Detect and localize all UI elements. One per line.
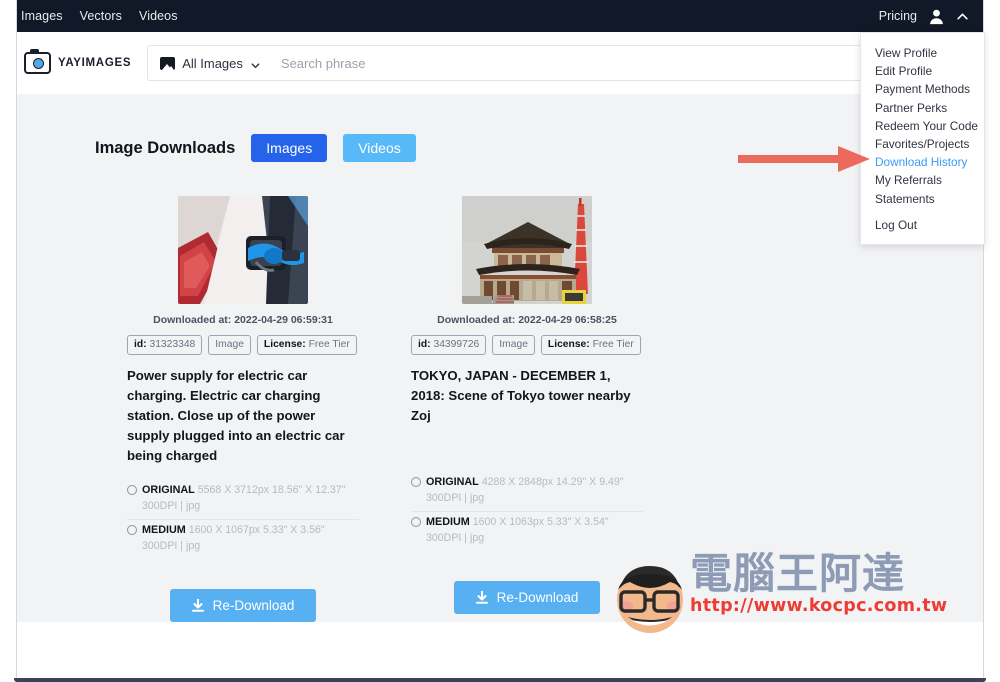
logo-text: YAYIMAGES bbox=[58, 57, 132, 69]
size-option-medium[interactable]: MEDIUM 1600 X 1067px 5.33" X 3.56" 300DP… bbox=[127, 520, 359, 559]
image-title: TOKYO, JAPAN - DECEMBER 1, 2018: Scene o… bbox=[411, 367, 631, 423]
download-icon bbox=[475, 589, 488, 604]
menu-item-partner-perks[interactable]: Partner Perks bbox=[861, 99, 984, 117]
menu-item-my-referrals[interactable]: My Referrals bbox=[861, 171, 984, 189]
re-download-label: Re-Download bbox=[212, 597, 295, 613]
radio-icon[interactable] bbox=[411, 516, 421, 527]
window-frame-right bbox=[984, 0, 1000, 682]
size-option-text: MEDIUM 1600 X 1067px 5.33" X 3.56" 300DP… bbox=[142, 522, 359, 555]
image-title: Power supply for electric car charging. … bbox=[127, 367, 345, 464]
license-badge: License: Free Tier bbox=[256, 335, 357, 355]
topnav-links: Images Vectors Videos bbox=[17, 9, 178, 23]
re-download-button[interactable]: Re-Download bbox=[169, 588, 317, 622]
chevron-up-icon[interactable] bbox=[956, 10, 969, 23]
download-icon bbox=[191, 597, 204, 612]
download-card: Downloaded at: 2022-04-29 06:59:31 id: 3… bbox=[127, 196, 359, 622]
license-badge-label: License: bbox=[547, 339, 590, 350]
size-option-list: ORIGINAL 4288 X 2848px 14.29" X 9.49" 30… bbox=[411, 472, 643, 551]
id-badge-label: id: bbox=[134, 339, 147, 350]
id-badge-label: id: bbox=[418, 339, 431, 350]
type-badge: Image bbox=[492, 335, 535, 355]
id-badge-value: 34399726 bbox=[433, 339, 480, 350]
license-badge-value: Free Tier bbox=[592, 339, 634, 350]
menu-item-view-profile[interactable]: View Profile bbox=[861, 44, 984, 62]
user-avatar-icon[interactable] bbox=[928, 8, 945, 25]
menu-separator bbox=[861, 208, 984, 216]
thumbnail-holder bbox=[127, 196, 359, 304]
menu-item-download-history[interactable]: Download History bbox=[861, 153, 984, 171]
category-label: All Images bbox=[182, 55, 243, 71]
license-badge-label: License: bbox=[263, 339, 306, 350]
page-body: Image Downloads Images Videos Downloaded… bbox=[17, 94, 983, 622]
top-navigation-bar: Images Vectors Videos Pricing bbox=[17, 0, 983, 32]
page-title: Image Downloads bbox=[95, 138, 236, 157]
menu-item-edit-profile[interactable]: Edit Profile bbox=[861, 62, 984, 80]
camera-lens-icon bbox=[32, 57, 44, 69]
topnav-item-videos[interactable]: Videos bbox=[139, 9, 178, 23]
type-badge: Image bbox=[208, 335, 251, 355]
id-badge: id: 31323348 bbox=[127, 335, 203, 355]
chevron-down-icon bbox=[250, 58, 261, 69]
category-selector[interactable]: All Images bbox=[148, 46, 272, 80]
electric-car-charging-thumbnail[interactable] bbox=[178, 196, 308, 304]
download-cards-list: Downloaded at: 2022-04-29 06:59:31 id: 3… bbox=[127, 196, 983, 622]
size-option-text: MEDIUM 1600 X 1063px 5.33" X 3.54" 300DP… bbox=[426, 514, 643, 547]
menu-item-payment-methods[interactable]: Payment Methods bbox=[861, 80, 984, 98]
browser-window: Images Vectors Videos Pricing YAYIMAGES … bbox=[0, 0, 1000, 682]
window-frame-left bbox=[0, 0, 16, 682]
topnav-item-images[interactable]: Images bbox=[21, 9, 63, 23]
downloaded-at-text: Downloaded at: 2022-04-29 06:58:25 bbox=[437, 314, 617, 326]
size-option-name: ORIGINAL bbox=[426, 476, 479, 489]
site-logo[interactable]: YAYIMAGES bbox=[24, 49, 132, 74]
account-dropdown-menu: View Profile Edit Profile Payment Method… bbox=[860, 32, 985, 245]
radio-icon[interactable] bbox=[411, 477, 421, 488]
size-option-medium[interactable]: MEDIUM 1600 X 1063px 5.33" X 3.54" 300DP… bbox=[411, 512, 643, 551]
radio-icon[interactable] bbox=[127, 524, 137, 535]
downloaded-at-text: Downloaded at: 2022-04-29 06:59:31 bbox=[153, 314, 333, 326]
pricing-link[interactable]: Pricing bbox=[879, 9, 917, 23]
re-download-label: Re-Download bbox=[496, 589, 579, 605]
topnav-account-area: Pricing bbox=[879, 8, 983, 25]
footer-area bbox=[17, 622, 983, 678]
menu-item-favorites-projects[interactable]: Favorites/Projects bbox=[861, 135, 984, 153]
badge-row: id: 31323348 Image License: Free Tier bbox=[127, 335, 359, 355]
size-option-text: ORIGINAL 5568 X 3712px 18.56" X 12.37" 3… bbox=[142, 482, 359, 515]
id-badge: id: 34399726 bbox=[411, 335, 487, 355]
size-option-name: ORIGINAL bbox=[142, 484, 195, 497]
download-button-row: Re-Download bbox=[411, 580, 643, 615]
topnav-item-vectors[interactable]: Vectors bbox=[80, 9, 122, 23]
menu-item-redeem-your-code[interactable]: Redeem Your Code bbox=[861, 117, 984, 135]
size-option-original[interactable]: ORIGINAL 4288 X 2848px 14.29" X 9.49" 30… bbox=[411, 472, 643, 512]
camera-icon bbox=[24, 49, 51, 74]
license-badge: License: Free Tier bbox=[540, 335, 641, 355]
id-badge-value: 31323348 bbox=[149, 339, 196, 350]
page-header-row: Image Downloads Images Videos bbox=[95, 134, 983, 162]
badge-row: id: 34399726 Image License: Free Tier bbox=[411, 335, 643, 355]
menu-item-statements[interactable]: Statements bbox=[861, 190, 984, 208]
size-option-list: ORIGINAL 5568 X 3712px 18.56" X 12.37" 3… bbox=[127, 480, 359, 559]
size-option-original[interactable]: ORIGINAL 5568 X 3712px 18.56" X 12.37" 3… bbox=[127, 480, 359, 520]
thumbnail-holder bbox=[411, 196, 643, 304]
license-badge-value: Free Tier bbox=[308, 339, 350, 350]
download-button-row: Re-Download bbox=[127, 588, 359, 622]
re-download-button[interactable]: Re-Download bbox=[453, 580, 601, 615]
size-option-text: ORIGINAL 4288 X 2848px 14.29" X 9.49" 30… bbox=[426, 474, 643, 507]
window-frame-bottom bbox=[14, 678, 986, 682]
site-header: YAYIMAGES All Images bbox=[17, 32, 983, 94]
image-mountain-icon bbox=[160, 56, 176, 70]
tab-videos[interactable]: Videos bbox=[343, 134, 416, 162]
size-option-name: MEDIUM bbox=[426, 515, 470, 528]
download-card: Downloaded at: 2022-04-29 06:58:25 id: 3… bbox=[411, 196, 643, 622]
radio-icon[interactable] bbox=[127, 485, 137, 496]
tab-images[interactable]: Images bbox=[251, 134, 328, 162]
search-bar: All Images bbox=[147, 45, 908, 81]
menu-item-log-out[interactable]: Log Out bbox=[861, 216, 984, 234]
search-input[interactable] bbox=[271, 55, 907, 71]
tokyo-temple-tower-thumbnail[interactable] bbox=[462, 196, 592, 304]
size-option-name: MEDIUM bbox=[142, 523, 186, 536]
